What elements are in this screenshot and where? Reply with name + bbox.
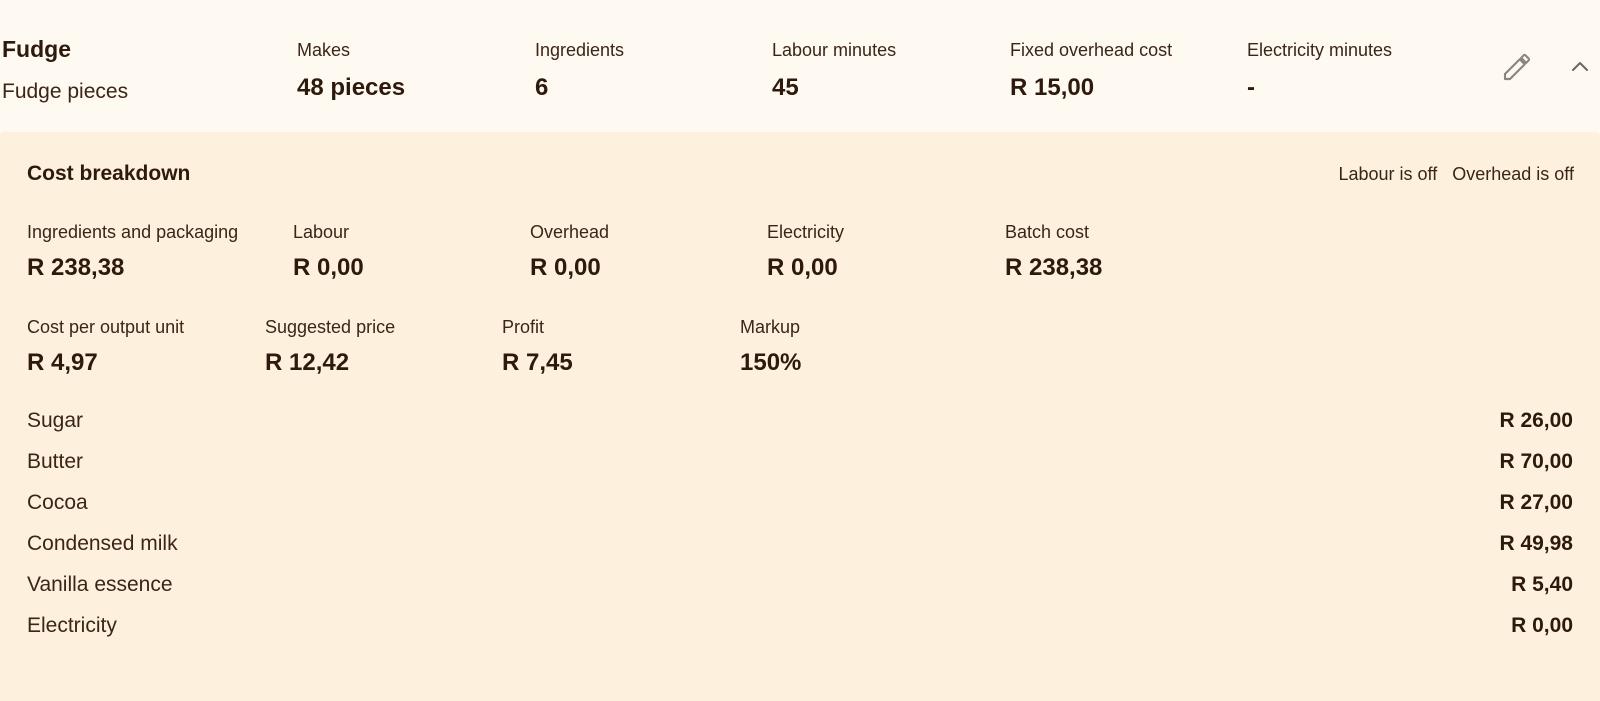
list-item: Electricity R 0,00 bbox=[27, 605, 1573, 646]
item-cost: R 26,00 bbox=[1499, 408, 1573, 432]
stat-fixed-overhead: Fixed overhead cost R 15,00 bbox=[1010, 40, 1172, 102]
metric-label: Cost per output unit bbox=[27, 317, 185, 337]
stat-ingredients: Ingredients 6 bbox=[535, 40, 624, 102]
metric-value: R 7,45 bbox=[502, 349, 573, 376]
status-toggles: Labour is off Overhead is off bbox=[1328, 164, 1574, 185]
item-name: Cocoa bbox=[27, 490, 88, 514]
list-item: Vanilla essence R 5,40 bbox=[27, 564, 1573, 605]
metric-value: R 238,38 bbox=[27, 254, 125, 281]
metric-label: Overhead bbox=[530, 222, 610, 242]
metric-label: Suggested price bbox=[265, 317, 396, 337]
item-cost: R 70,00 bbox=[1499, 449, 1573, 473]
list-item: Cocoa R 27,00 bbox=[27, 482, 1573, 523]
metric-label: Electricity bbox=[767, 222, 845, 242]
item-name: Butter bbox=[27, 449, 84, 473]
stat-value: 6 bbox=[535, 74, 549, 101]
metric-value: R 0,00 bbox=[767, 254, 838, 281]
chevron-up-icon bbox=[1572, 62, 1588, 71]
stat-electricity-minutes: Electricity minutes - bbox=[1247, 40, 1392, 102]
metric-profit: Profit R 7,45 bbox=[502, 317, 573, 377]
stat-labour-minutes: Labour minutes 45 bbox=[772, 40, 896, 102]
item-name: Electricity bbox=[27, 613, 117, 637]
recipe-subtitle: Fudge pieces bbox=[2, 80, 129, 103]
metric-suggested-price: Suggested price R 12,42 bbox=[265, 317, 395, 377]
metric-markup: Markup 150% bbox=[740, 317, 801, 377]
edit-button[interactable] bbox=[1497, 47, 1537, 87]
stat-label: Electricity minutes bbox=[1247, 40, 1393, 60]
item-cost: R 5,40 bbox=[1511, 572, 1573, 596]
metric-value: 150% bbox=[740, 349, 802, 376]
panel-title: Cost breakdown bbox=[27, 162, 191, 185]
metric-label: Ingredients and packaging bbox=[27, 222, 239, 242]
metric-value: R 0,00 bbox=[293, 254, 364, 281]
stat-label: Fixed overhead cost bbox=[1010, 40, 1173, 60]
list-item: Butter R 70,00 bbox=[27, 441, 1573, 482]
metric-overhead: Overhead R 0,00 bbox=[530, 222, 609, 282]
metric-value: R 4,97 bbox=[27, 349, 98, 376]
metric-value: R 238,38 bbox=[1005, 254, 1103, 281]
stat-value: R 15,00 bbox=[1010, 74, 1095, 101]
collapse-button[interactable] bbox=[1560, 47, 1600, 87]
ingredient-cost-list: Sugar R 26,00 Butter R 70,00 Cocoa R 27,… bbox=[27, 400, 1573, 646]
metric-cost-per-unit: Cost per output unit R 4,97 bbox=[27, 317, 184, 377]
recipe-name: Fudge bbox=[2, 36, 71, 62]
metric-label: Profit bbox=[502, 317, 545, 337]
stat-value: - bbox=[1247, 74, 1255, 101]
stat-makes: Makes 48 pieces bbox=[297, 40, 405, 102]
stat-label: Ingredients bbox=[535, 40, 625, 60]
stat-label: Labour minutes bbox=[772, 40, 897, 60]
overhead-status: Overhead is off bbox=[1452, 164, 1574, 184]
item-cost: R 0,00 bbox=[1511, 613, 1573, 637]
metric-label: Markup bbox=[740, 317, 801, 337]
stat-value: 48 pieces bbox=[297, 74, 406, 101]
metric-electricity: Electricity R 0,00 bbox=[767, 222, 844, 282]
cost-breakdown-panel: Cost breakdown Labour is off Overhead is… bbox=[0, 132, 1600, 701]
list-item: Condensed milk R 49,98 bbox=[27, 523, 1573, 564]
labour-status: Labour is off bbox=[1338, 164, 1438, 184]
item-cost: R 49,98 bbox=[1499, 531, 1573, 555]
stat-label: Makes bbox=[297, 40, 351, 60]
item-name: Condensed milk bbox=[27, 531, 178, 555]
pencil-icon bbox=[1503, 53, 1531, 81]
item-name: Sugar bbox=[27, 408, 84, 432]
metric-label: Batch cost bbox=[1005, 222, 1090, 242]
item-name: Vanilla essence bbox=[27, 572, 173, 596]
metric-batch-cost: Batch cost R 238,38 bbox=[1005, 222, 1102, 282]
metric-ingredients-packaging: Ingredients and packaging R 238,38 bbox=[27, 222, 238, 282]
stat-value: 45 bbox=[772, 74, 799, 101]
metric-label: Labour bbox=[293, 222, 350, 242]
metric-value: R 12,42 bbox=[265, 349, 350, 376]
recipe-header[interactable]: Fudge Fudge pieces Makes 48 pieces Ingre… bbox=[0, 0, 1600, 132]
item-cost: R 27,00 bbox=[1499, 490, 1573, 514]
metric-labour: Labour R 0,00 bbox=[293, 222, 364, 282]
list-item: Sugar R 26,00 bbox=[27, 400, 1573, 441]
metric-value: R 0,00 bbox=[530, 254, 601, 281]
